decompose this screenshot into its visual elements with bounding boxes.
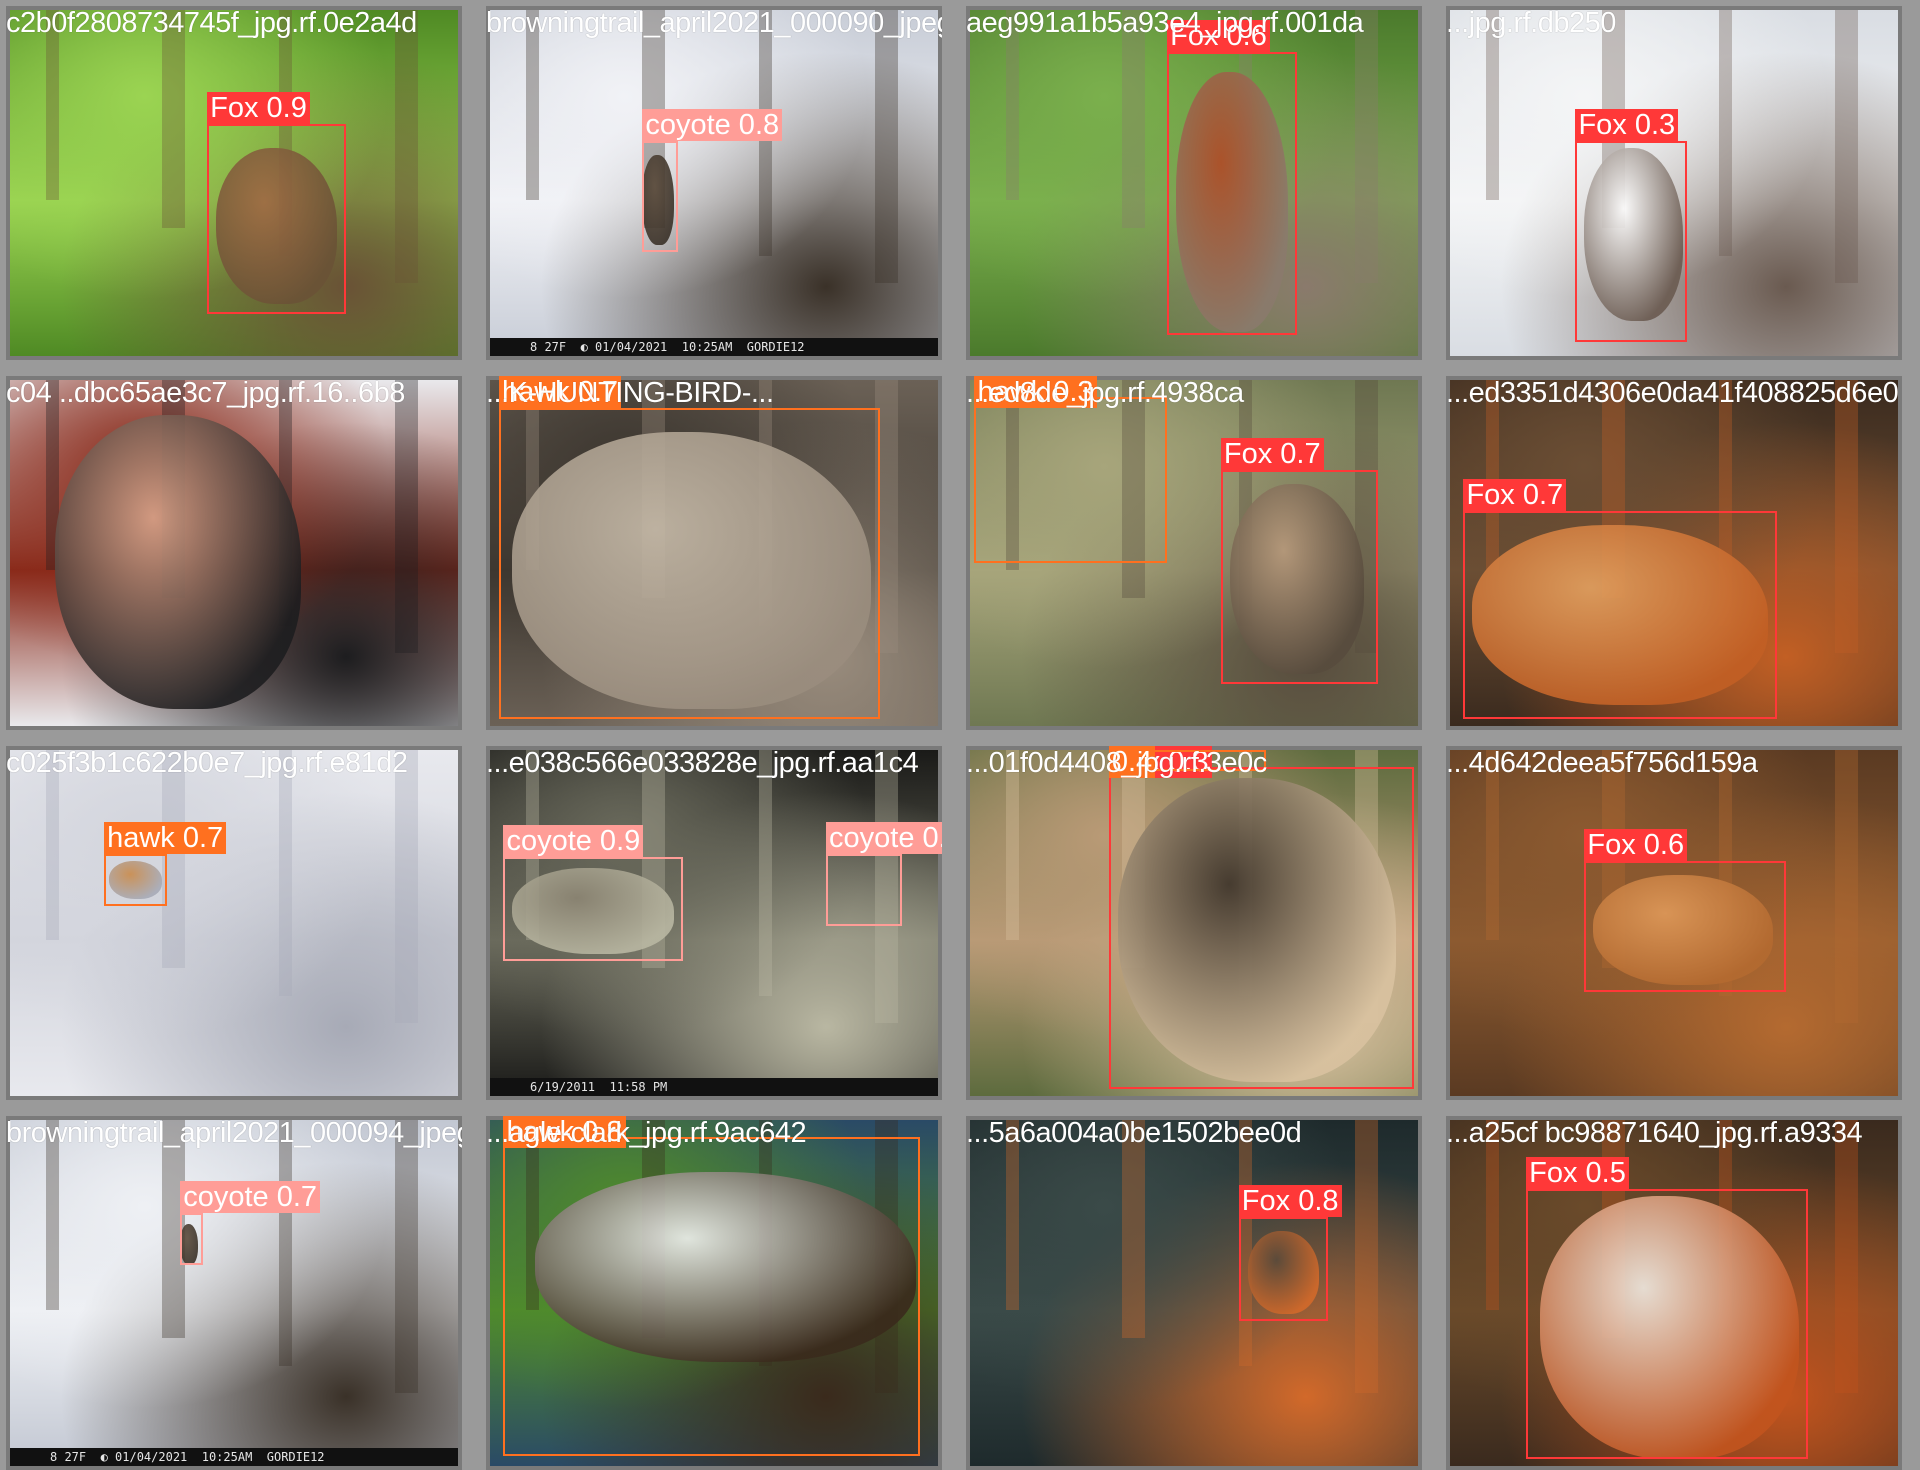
animal-subject: [54, 414, 302, 709]
detection-box: [1526, 1189, 1809, 1460]
mosaic-tile: hawk 0.8 ...agle-clark_jpg.rf.9ac642: [486, 1116, 942, 1470]
detection-label: Fox 0.9: [207, 92, 310, 125]
mosaic-tile: Fox 0.7 ...ed3351d4306e0da41f408825d6e0: [1446, 376, 1902, 730]
detection-label: Fox 0.7: [1463, 479, 1567, 512]
scene-texture: [395, 380, 418, 654]
scene-texture: [395, 750, 418, 1024]
tile-filename: ...K-HUNTING-BIRD-...: [486, 377, 774, 409]
mosaic-tile: 6/19/2011 11:58 PM coyote 0.9 coyote 0.8..…: [486, 746, 942, 1100]
detection-label: Fox 0.6: [1584, 828, 1688, 861]
scene-texture: [1835, 380, 1858, 654]
scene-texture: [1835, 1120, 1858, 1394]
detection-label: hawk 0.7: [104, 821, 227, 854]
detection-box: [642, 141, 679, 253]
mosaic-tile: hawk 0.7 ...K-HUNTING-BIRD-...: [486, 376, 942, 730]
camera-info-strip: 8 27F ◐ 01/04/2021 10:25AM GORDIE12: [490, 338, 938, 356]
tile-filename: ...ed3351d4306e0da41f408825d6e0: [1446, 377, 1899, 409]
tile-filename: ...5a6a004a0be1502bee0d: [966, 1117, 1302, 1149]
tile-filename: c2b0f2808734745f_jpg.rf.0e2a4d: [6, 7, 417, 39]
detection-box: [207, 124, 346, 315]
scene-texture: [875, 10, 898, 284]
detection-label: Fox 0.8: [1238, 1184, 1342, 1217]
tile-filename: ...ed8de_jpg.rf.4938ca: [966, 377, 1244, 409]
detection-box: [826, 853, 903, 927]
scene-texture: [162, 10, 185, 228]
mosaic-tile: Fox 0.8 ...5a6a004a0be1502bee0d: [966, 1116, 1422, 1470]
detection-box: [1575, 141, 1688, 343]
tile-photo: [10, 750, 458, 1096]
tile-filename: browningtrail_april2021_000094_jpeg: [6, 1117, 462, 1149]
mosaic-tile: hawk 0.3 Fox 0.7 ...ed8de_jpg.rf.4938ca: [966, 376, 1422, 730]
camera-info-strip: 8 27F ◐ 01/04/2021 10:25AM GORDIE12: [10, 1448, 458, 1466]
tile-filename: ...a25cf bc98871640_jpg.rf.a9334: [1446, 1117, 1863, 1149]
tile-filename: ...jpg.rf.db250: [1446, 7, 1616, 39]
tile-filename: browningtrail_april2021_000090_jpeg_jpg: [486, 7, 942, 39]
scene-texture: [1835, 10, 1858, 284]
scene-texture: [758, 750, 773, 996]
tile-filename: c025f3b1c622b0e7_jpg.rf.e81d2: [6, 747, 408, 779]
mosaic-tile: Fox 0.3 0.4 ...01f0d4408_jpg.rf.3e0c: [966, 746, 1422, 1100]
scene-texture: [1122, 1120, 1145, 1338]
tile-filename: ...e038c566e033828e_jpg.rf.aa1c4: [486, 747, 919, 779]
scene-texture: [278, 750, 293, 996]
mosaic-tile: Fox 0.9 c2b0f2808734745f_jpg.rf.0e2a4d: [6, 6, 462, 360]
camera-info-strip: 6/19/2011 11:58 PM: [490, 1078, 938, 1096]
detection-box: [503, 1137, 921, 1456]
tile-photo: [10, 1120, 458, 1466]
scene-texture: [1355, 1120, 1378, 1394]
tile-photo: [490, 10, 938, 356]
mosaic-tile: 8 27F ◐ 01/04/2021 10:25AM GORDIE12 coyot…: [486, 6, 942, 360]
detection-box: [1584, 860, 1786, 993]
detection-box: [1220, 469, 1378, 685]
tile-filename: c04 ..dbc65ae3c7_jpg.rf.16..6b8: [6, 377, 405, 409]
scene-texture: [395, 10, 418, 284]
mosaic-tile: hawk 0.7 c025f3b1c622b0e7_jpg.rf.e81d2: [6, 746, 462, 1100]
scene-texture: [1835, 750, 1858, 1024]
detection-label: coyote 0.8: [642, 109, 783, 142]
tile-filename: ...4d642deea5f756d159a: [1446, 747, 1758, 779]
mosaic-tile: Fox 0.3 ...jpg.rf.db250: [1446, 6, 1902, 360]
detection-box: [1238, 1216, 1329, 1321]
detection-label: Fox 0.3: [1575, 109, 1679, 142]
detection-label: coyote 0.7: [180, 1181, 321, 1214]
detection-box: [1167, 51, 1298, 336]
tile-photo: [970, 1120, 1418, 1466]
tile-filename: ...agle-clark_jpg.rf.9ac642: [486, 1117, 807, 1149]
detection-label: coyote 0.9: [503, 825, 644, 858]
mosaic-tile: Fox 0.6 aeg991a1b5a93e4_jpg.rf.001da: [966, 6, 1422, 360]
scene-texture: [278, 1120, 293, 1366]
detection-box: [180, 1213, 203, 1266]
detection-box: [1463, 511, 1778, 720]
detection-label: coyote 0.8: [826, 821, 942, 854]
scene-texture: [1355, 10, 1378, 284]
mosaic-grid: Fox 0.9 c2b0f2808734745f_jpg.rf.0e2a4d 8 2…: [0, 0, 1920, 1470]
detection-box: [104, 853, 167, 906]
detection-label: Fox 0.5: [1526, 1157, 1629, 1190]
scene-texture: [395, 1120, 418, 1394]
detection-box: [974, 397, 1168, 564]
mosaic-tile: c04 ..dbc65ae3c7_jpg.rf.16..6b8: [6, 376, 462, 730]
detection-box: [498, 407, 880, 720]
scene-texture: [1122, 10, 1145, 228]
detection-box: [1108, 767, 1414, 1090]
mosaic-tile: Fox 0.5 ...a25cf bc98871640_jpg.rf.a9334: [1446, 1116, 1902, 1470]
detection-box: [503, 857, 683, 962]
tile-photo: [10, 380, 458, 726]
tile-filename: ...01f0d4408_jpg.rf.3e0c: [966, 747, 1267, 779]
tile-filename: aeg991a1b5a93e4_jpg.rf.001da: [966, 7, 1364, 39]
mosaic-tile: 8 27F ◐ 01/04/2021 10:25AM GORDIE12 coyot…: [6, 1116, 462, 1470]
scene-texture: [1718, 10, 1733, 256]
mosaic-tile: Fox 0.6 ...4d642deea5f756d159a: [1446, 746, 1902, 1100]
detection-label: Fox 0.7: [1220, 437, 1324, 470]
